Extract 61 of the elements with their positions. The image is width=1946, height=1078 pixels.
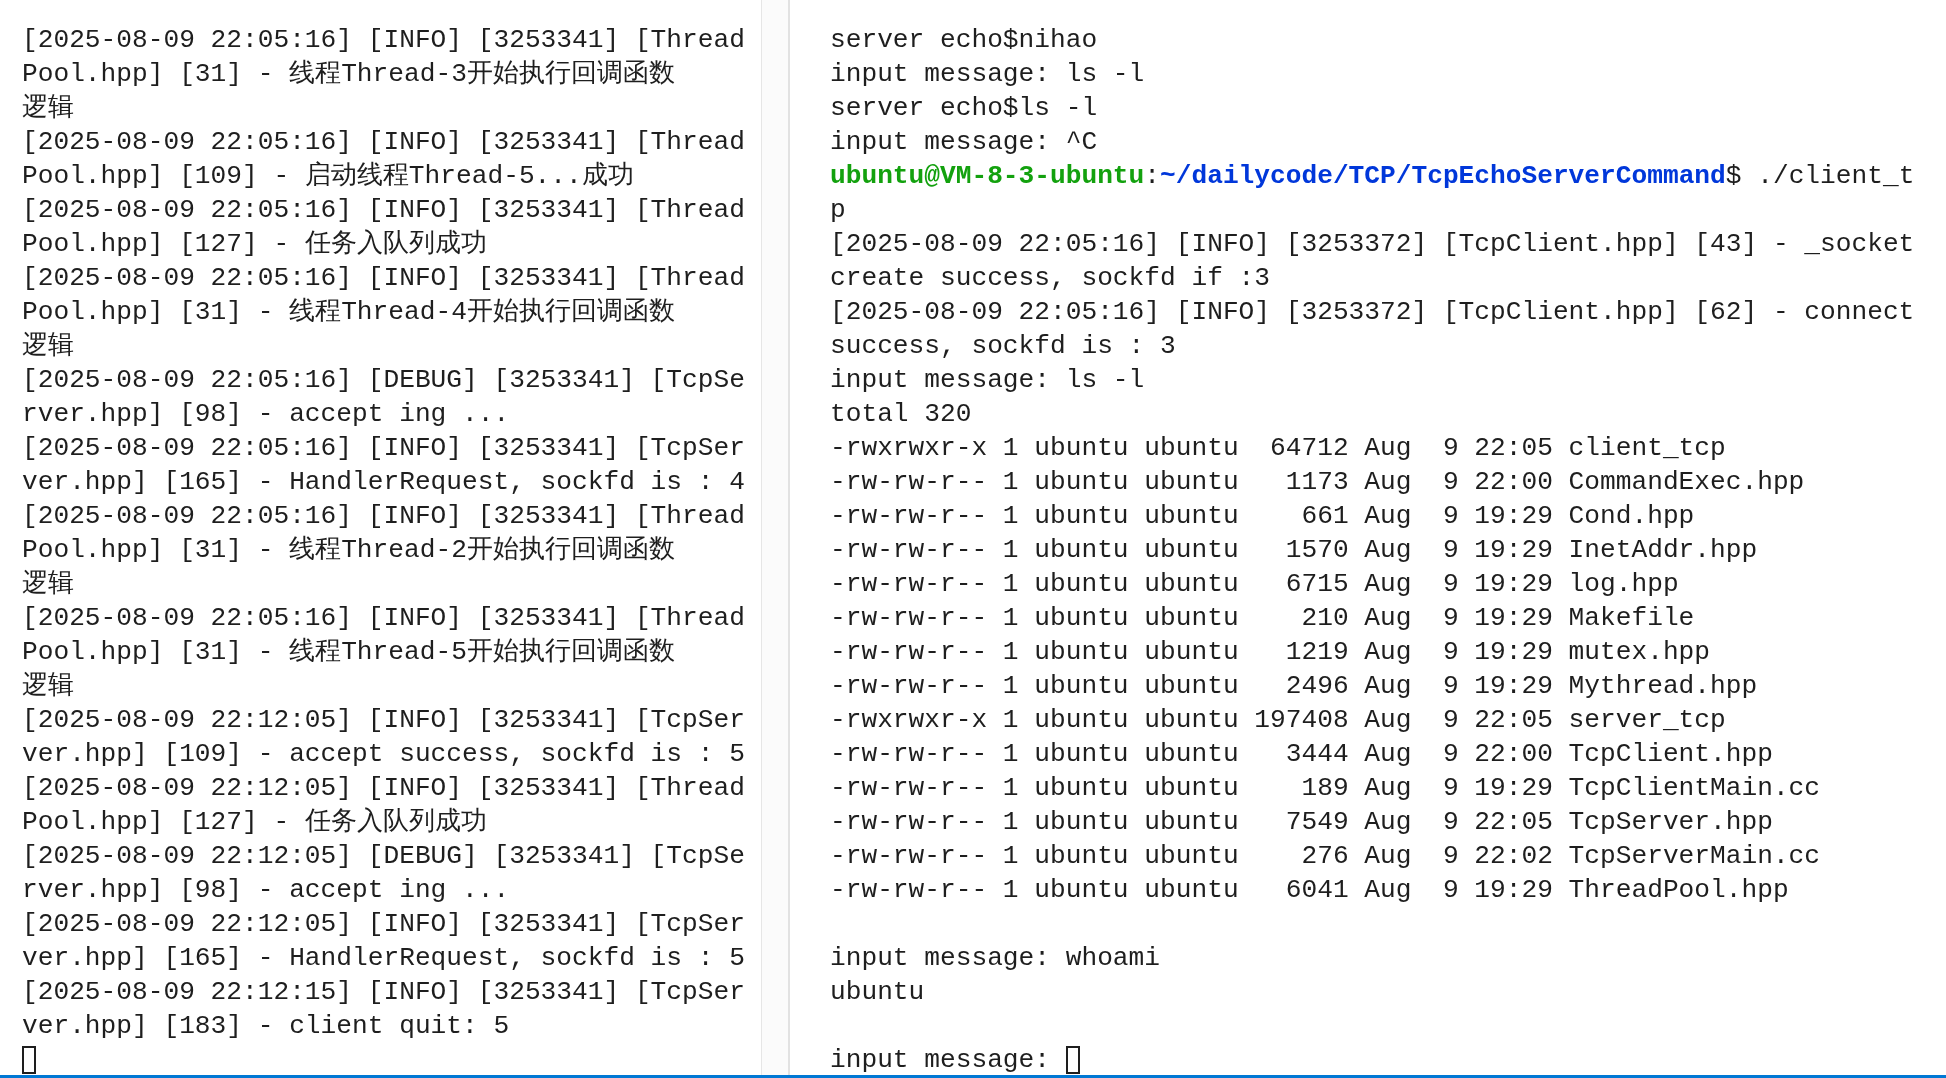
terminal-line: server echo$nihao [830, 24, 1099, 57]
terminal-line: [2025-08-09 22:05:16] [INFO] [3253341] [Thread [22, 126, 746, 159]
terminal-line: ubuntu [830, 976, 926, 1009]
terminal-line: -rw-rw-r-- 1 ubuntu ubuntu 6715 Aug 9 19:29 log.hpp [830, 568, 1680, 601]
terminal-line: -rw-rw-r-- 1 ubuntu ubuntu 7549 Aug 9 22:05 TcpServer.hpp [830, 806, 1774, 839]
terminal-line: input message: whoami [830, 942, 1162, 975]
terminal-line: Pool.hpp] [109] - 启动线程Thread-5...成功 [22, 160, 635, 193]
terminal-line: server echo$ls -l [830, 92, 1099, 125]
terminal-line: [2025-08-09 22:05:16] [INFO] [3253341] [Thread [22, 500, 746, 533]
input-prompt: input message: [830, 1044, 1051, 1077]
text-cursor [1065, 1046, 1080, 1074]
terminal-line: [2025-08-09 22:12:05] [INFO] [3253341] [Thread [22, 772, 746, 805]
terminal-line: [2025-08-09 22:05:16] [INFO] [3253341] [Thread [22, 262, 746, 295]
terminal-line: -rw-rw-r-- 1 ubuntu ubuntu 210 Aug 9 19:29 Makefile [830, 602, 1696, 635]
terminal-line: [2025-08-09 22:05:16] [INFO] [3253341] [Thread [22, 194, 746, 227]
terminal-line: input message: ls -l [830, 364, 1146, 397]
terminal-line: -rw-rw-r-- 1 ubuntu ubuntu 2496 Aug 9 19:29 Mythread.hpp [830, 670, 1759, 703]
terminal-line: create success, sockfd if :3 [830, 262, 1272, 295]
terminal-line: rver.hpp] [98] - accept ing ... [22, 398, 511, 431]
terminal-line: [2025-08-09 22:05:16] [INFO] [3253372] [TcpClient.hpp] [62] - connect [830, 296, 1915, 329]
terminal-line: Pool.hpp] [127] - 任务入队列成功 [22, 228, 488, 261]
terminal-line: [2025-08-09 22:05:16] [INFO] [3253341] [Thread [22, 602, 746, 635]
terminal-line: -rwxrwxr-x 1 ubuntu ubuntu 64712 Aug 9 22:05 client_tcp [830, 432, 1727, 465]
shell-prompt-line: ubuntu@VM-8-3-ubuntu:~/dailycode/TCP/TcpEchoServerCommand$ ./client_t [830, 160, 1915, 193]
terminal-line: total 320 [830, 398, 973, 431]
terminal-line: [2025-08-09 22:12:05] [DEBUG] [3253341] [TcpSe [22, 840, 746, 873]
terminal-line: [2025-08-09 22:05:16] [INFO] [3253372] [TcpClient.hpp] [43] - _socket [830, 228, 1915, 261]
terminal-line: Pool.hpp] [31] - 线程Thread-5开始执行回调函数 [22, 636, 676, 669]
terminal-line: 逻辑 [22, 670, 75, 703]
terminal-line: -rwxrwxr-x 1 ubuntu ubuntu 197408 Aug 9 22:05 server_tcp [830, 704, 1727, 737]
terminal-line: -rw-rw-r-- 1 ubuntu ubuntu 6041 Aug 9 19:29 ThreadPool.hpp [830, 874, 1790, 907]
terminal-line: input message: ls -l [830, 58, 1146, 91]
terminal-line: ver.hpp] [165] - HandlerRequest, sockfd is : 5 [22, 942, 746, 975]
terminal-line: rver.hpp] [98] - accept ing ... [22, 874, 511, 907]
terminal-line: Pool.hpp] [31] - 线程Thread-2开始执行回调函数 [22, 534, 676, 567]
terminal-line: ver.hpp] [165] - HandlerRequest, sockfd is : 4 [22, 466, 746, 499]
terminal-line: Pool.hpp] [31] - 线程Thread-3开始执行回调函数 [22, 58, 676, 91]
terminal-line: ver.hpp] [109] - accept success, sockfd is : 5 [22, 738, 746, 771]
terminal-line: -rw-rw-r-- 1 ubuntu ubuntu 3444 Aug 9 22:00 TcpClient.hpp [830, 738, 1774, 771]
terminal-line: [2025-08-09 22:12:05] [INFO] [3253341] [TcpSer [22, 704, 746, 737]
terminal-line: 逻辑 [22, 92, 75, 125]
terminal-line: [2025-08-09 22:12:05] [INFO] [3253341] [TcpSer [22, 908, 746, 941]
terminal-line: -rw-rw-r-- 1 ubuntu ubuntu 661 Aug 9 19:29 Cond.hpp [830, 500, 1696, 533]
terminal-line: 逻辑 [22, 330, 75, 363]
terminal-line: -rw-rw-r-- 1 ubuntu ubuntu 189 Aug 9 19:29 TcpClientMain.cc [830, 772, 1822, 805]
terminal-line: -rw-rw-r-- 1 ubuntu ubuntu 276 Aug 9 22:02 TcpServerMain.cc [830, 840, 1822, 873]
terminal-line: [2025-08-09 22:05:16] [DEBUG] [3253341] [TcpSe [22, 364, 746, 397]
text-cursor [22, 1046, 36, 1074]
terminal-line: Pool.hpp] [127] - 任务入队列成功 [22, 806, 488, 839]
terminal-line: Pool.hpp] [31] - 线程Thread-4开始执行回调函数 [22, 296, 676, 329]
terminal-line: ver.hpp] [183] - client quit: 5 [22, 1010, 511, 1043]
terminal-line: [2025-08-09 22:05:16] [INFO] [3253341] [TcpSer [22, 432, 746, 465]
terminal-line: [2025-08-09 22:12:15] [INFO] [3253341] [TcpSer [22, 976, 746, 1009]
terminal-line: p [830, 194, 847, 227]
terminal-line: success, sockfd is : 3 [830, 330, 1177, 363]
terminal-line: 逻辑 [22, 568, 75, 601]
terminal-line: -rw-rw-r-- 1 ubuntu ubuntu 1173 Aug 9 22:00 CommandExec.hpp [830, 466, 1806, 499]
terminal-line: -rw-rw-r-- 1 ubuntu ubuntu 1219 Aug 9 19:29 mutex.hpp [830, 636, 1712, 669]
terminal-line: [2025-08-09 22:05:16] [INFO] [3253341] [Thread [22, 24, 746, 57]
terminal-line: input message: ^C [830, 126, 1099, 159]
terminal-line: -rw-rw-r-- 1 ubuntu ubuntu 1570 Aug 9 19:29 InetAddr.hpp [830, 534, 1759, 567]
